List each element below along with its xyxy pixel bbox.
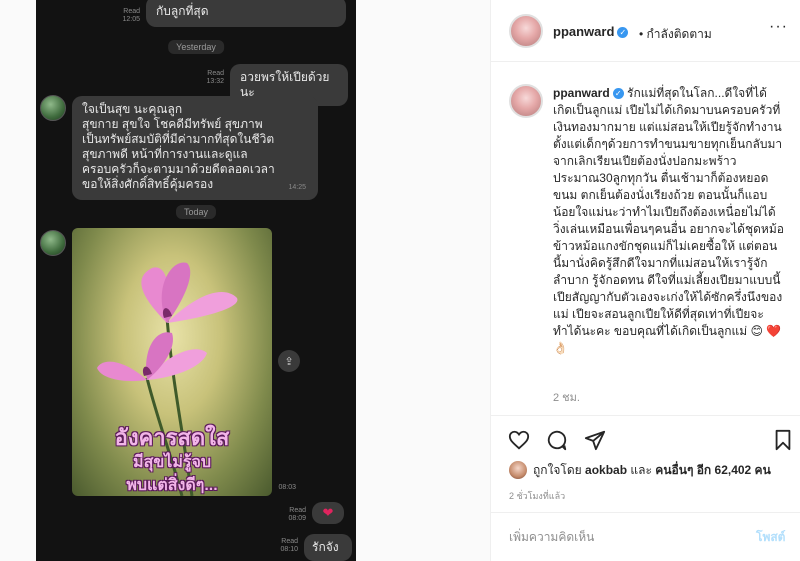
sender-avatar	[40, 230, 66, 256]
chat-read-meta: Read 12:05	[122, 8, 140, 23]
divider	[491, 415, 800, 416]
liked-by: ถูกใจโดย aokbab และ คนอื่นๆ อีก 62,402 ค…	[509, 459, 799, 481]
comment-input[interactable]: เพิ่มความคิดเห็น	[509, 528, 729, 547]
liked-others[interactable]: คนอื่นๆ อีก 62,402 คน	[655, 461, 771, 480]
chat-message-line: สุขกาย สุขใจ โชคดีมีทรัพย์ สุขภาพ	[82, 117, 263, 131]
chat-screenshot: กับลูกที่สุด Read 12:05 Yesterday อวยพรใ…	[36, 0, 356, 561]
liked-prefix: ถูกใจโดย	[533, 462, 582, 477]
post-timestamp: 2 ชั่วโมงที่แล้ว	[509, 491, 566, 501]
caption-time: 2 ชม.	[553, 392, 580, 404]
heart-outline-icon[interactable]	[507, 428, 531, 452]
greeting-image: อังคารสดใส มีสุขไม่รู้จบ พบแต่สิ่งดีๆ...	[72, 228, 272, 496]
image-text-line: มีสุขไม่รู้จบ	[133, 454, 211, 471]
chat-read-meta: Read 08:09	[288, 507, 306, 522]
chat-message-line: ใจเป็นสุข นะคุณลูก	[82, 102, 183, 116]
chat-message-line: ครอบครัวก็จะตามมาด้วยดีตลอดเวลา	[82, 162, 275, 176]
profile-avatar[interactable]	[509, 14, 543, 48]
chat-read-meta: Read 08:10	[280, 538, 298, 553]
comment-icon[interactable]	[545, 428, 569, 452]
chat-read-meta: Read 13:32	[206, 70, 224, 85]
liker-avatar[interactable]	[509, 461, 527, 479]
post-panel: ppanward ✓ • กำลังติดตาม ··· ppanward ✓ รั…	[490, 0, 800, 561]
post-caption: ppanward ✓ รักแม่ที่สุดในโลก...ดีใจที่ได้…	[553, 85, 785, 357]
chat-day-separator: Yesterday	[168, 40, 224, 54]
sender-avatar	[40, 95, 66, 121]
heart-icon: ❤	[312, 502, 344, 524]
chat-message-text: อวยพรให้เปียด้วยนะ	[240, 70, 330, 99]
username-text[interactable]: ppanward	[553, 24, 614, 39]
chat-day-separator: Today	[175, 205, 217, 219]
share-icon[interactable]: ⇪	[278, 350, 300, 372]
chat-time: 14:25	[288, 184, 306, 191]
more-icon[interactable]: ···	[769, 18, 788, 36]
liker-username[interactable]: aokbab	[585, 463, 627, 477]
post-header: ppanward ✓ • กำลังติดตาม ···	[491, 0, 800, 62]
verified-badge-icon: ✓	[617, 27, 629, 39]
follow-status[interactable]: • กำลังติดตาม	[639, 25, 712, 44]
chat-message-text: กับลูกที่สุด	[156, 4, 209, 18]
chat-message-text: รักจัง	[312, 540, 339, 554]
caption-avatar[interactable]	[509, 84, 543, 118]
bookmark-icon[interactable]	[771, 428, 795, 452]
verified-badge-icon: ✓	[612, 88, 624, 100]
caption-username[interactable]: ppanward	[553, 86, 610, 100]
post-comment-button[interactable]: โพสต์	[756, 528, 785, 547]
liked-and: และ	[630, 462, 652, 477]
chat-message-line: ขอให้สิ่งศักดิ์สิทธิ์คุ้มครอง	[82, 177, 214, 191]
chat-message-outgoing: รักจัง	[304, 534, 352, 561]
caption-text: รักแม่ที่สุดในโลก...ดีใจที่ได้เกิดเป็นลู…	[553, 86, 784, 355]
chat-message-outgoing: กับลูกที่สุด	[146, 0, 346, 27]
chat-message-line: สุขภาพดี หน้าที่การงานและดูแล	[82, 147, 248, 161]
share-icon[interactable]	[583, 428, 607, 452]
chat-message-line: เป็นทรัพย์สมบัติที่มีค่ามากที่สุดในชีวิต	[82, 132, 275, 146]
header-username[interactable]: ppanward ✓	[553, 24, 629, 39]
divider	[491, 512, 800, 513]
chat-time: 08:03	[278, 484, 296, 491]
image-text-line: พบแต่สิ่งดีๆ...	[126, 477, 218, 494]
